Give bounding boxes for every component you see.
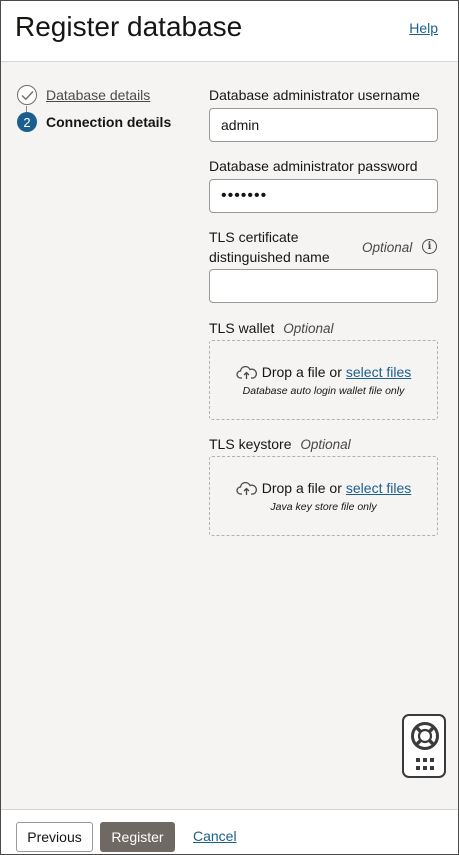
cloud-upload-icon <box>236 364 258 380</box>
info-icon[interactable]: i <box>422 239 437 254</box>
step-label-database-details[interactable]: Database details <box>46 87 150 103</box>
panel-header: Register database Help <box>1 1 458 62</box>
grid-dots-icon[interactable] <box>416 758 434 770</box>
tls-wallet-hint: Database auto login wallet file only <box>242 384 405 397</box>
register-button[interactable]: Register <box>100 822 175 852</box>
tls-keystore-label: TLS keystore <box>209 436 292 452</box>
tls-keystore-drop-row: Drop a file or select files <box>236 479 411 496</box>
tls-dn-input[interactable] <box>209 269 438 303</box>
tls-keystore-label-row: TLS keystore Optional <box>209 436 351 452</box>
help-link[interactable]: Help <box>409 20 438 36</box>
tls-wallet-select-files-link[interactable]: select files <box>346 364 411 380</box>
tls-wallet-dropzone[interactable]: Drop a file or select files Database aut… <box>209 340 438 420</box>
lifebuoy-icon[interactable] <box>410 721 440 756</box>
tls-keystore-drop-text: Drop a file or <box>261 479 342 496</box>
cancel-link[interactable]: Cancel <box>193 828 237 844</box>
password-label: Database administrator password <box>209 158 418 174</box>
tls-keystore-optional: Optional <box>300 437 351 452</box>
tls-dn-label-line2: distinguished name <box>209 249 330 265</box>
tls-keystore-select-files-link[interactable]: select files <box>346 480 411 496</box>
username-label: Database administrator username <box>209 87 420 103</box>
password-masked-value: ••••••• <box>221 187 268 204</box>
tls-keystore-hint: Java key store file only <box>270 500 377 513</box>
tls-dn-optional: Optional <box>362 240 413 255</box>
page-title: Register database <box>15 11 243 42</box>
tls-dn-label-line1: TLS certificate <box>209 229 299 245</box>
username-input[interactable] <box>209 108 438 142</box>
previous-button[interactable]: Previous <box>16 822 93 852</box>
support-widget[interactable] <box>402 714 446 778</box>
step-connection-details: 2 Connection details <box>17 111 171 133</box>
step-label-connection-details: Connection details <box>46 114 172 130</box>
panel-footer: Previous Register Cancel <box>1 809 458 854</box>
tls-wallet-label: TLS wallet <box>209 320 275 336</box>
step-database-details[interactable]: Database details <box>17 84 150 106</box>
tls-wallet-optional: Optional <box>283 321 334 336</box>
check-icon <box>17 85 37 105</box>
cloud-upload-icon <box>236 480 258 496</box>
register-database-panel: Register database Help Database details … <box>0 0 459 855</box>
tls-wallet-drop-row: Drop a file or select files <box>236 363 411 380</box>
tls-wallet-label-row: TLS wallet Optional <box>209 320 334 336</box>
step-number-badge: 2 <box>17 112 37 132</box>
tls-keystore-dropzone[interactable]: Drop a file or select files Java key sto… <box>209 456 438 536</box>
tls-wallet-drop-text: Drop a file or <box>261 363 342 380</box>
